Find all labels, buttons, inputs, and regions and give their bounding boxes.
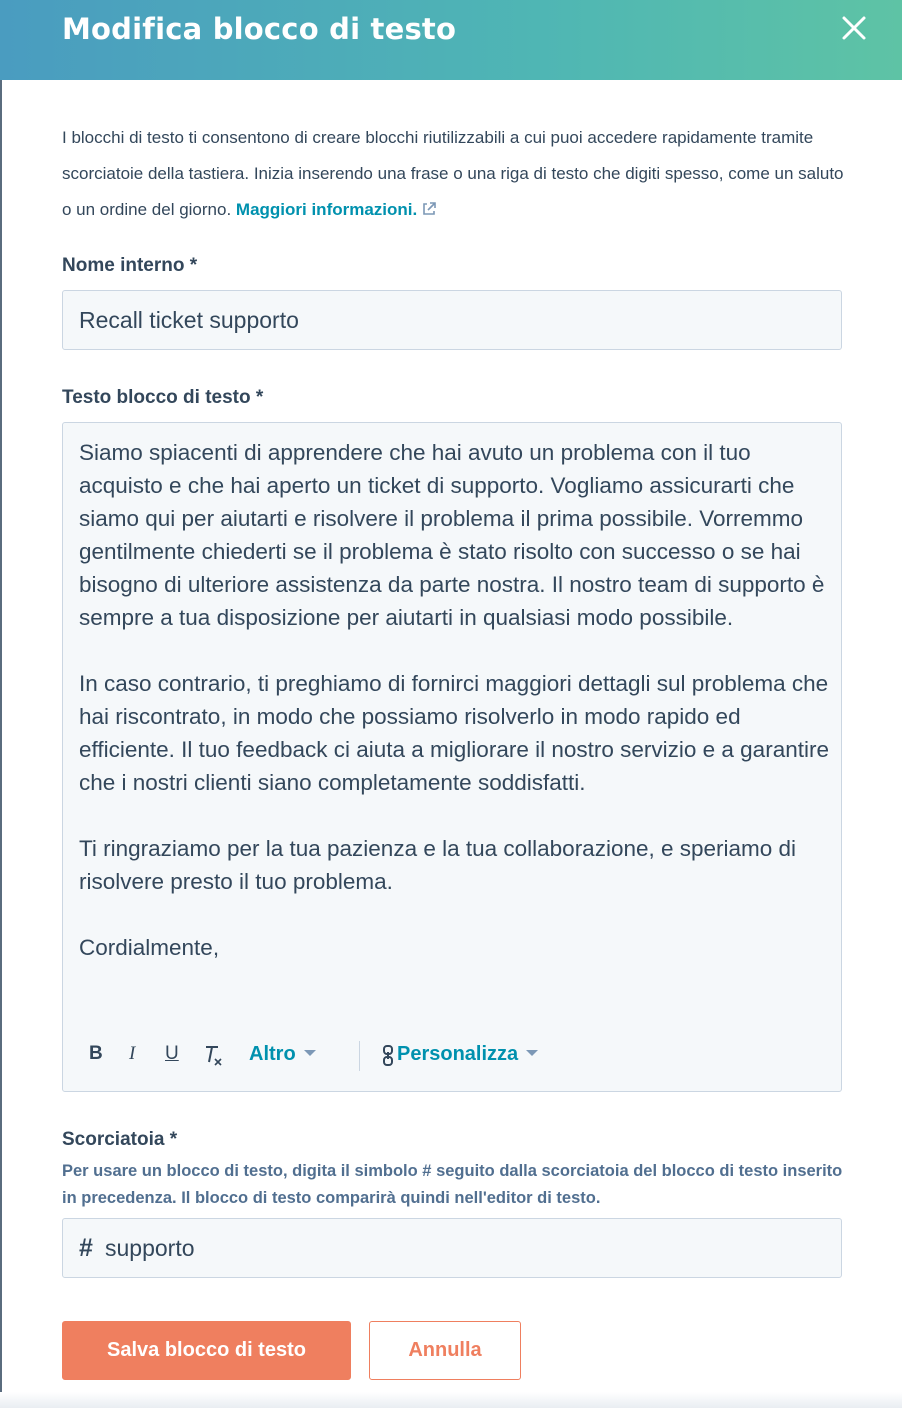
toolbar-divider xyxy=(359,1041,360,1071)
shortcut-help-text: Per usare un blocco di testo, digita il … xyxy=(62,1162,843,1207)
panel-left-edge xyxy=(0,80,2,1408)
internal-name-input[interactable]: Recall ticket supporto xyxy=(62,290,842,350)
hash-prefix: # xyxy=(79,1234,93,1262)
italic-button[interactable]: I xyxy=(129,1043,135,1071)
panel-title: Modifica blocco di testo xyxy=(62,12,457,46)
block-text-label: Testo blocco di testo * xyxy=(62,387,264,408)
save-button[interactable]: Salva blocco di testo xyxy=(62,1321,351,1380)
cancel-button[interactable]: Annulla xyxy=(369,1321,521,1380)
intro-description: I blocchi di testo ti consentono di crea… xyxy=(62,120,852,228)
chevron-down-icon xyxy=(303,1050,316,1056)
learn-more-label: Maggiori informazioni. xyxy=(235,200,418,219)
shortcut-label: Scorciatoia * xyxy=(62,1129,178,1150)
more-label: Altro xyxy=(249,1043,296,1065)
internal-name-value: Recall ticket supporto xyxy=(79,307,299,333)
block-text-content[interactable]: Siamo spiacenti di apprendere che hai av… xyxy=(79,436,829,964)
close-icon xyxy=(842,16,866,40)
clear-format-icon xyxy=(206,1046,222,1066)
intro-text: I blocchi di testo ti consentono di crea… xyxy=(62,128,844,219)
personalize-icon-button[interactable] xyxy=(379,1043,397,1071)
personalize-dropdown[interactable]: Personalizza xyxy=(397,1043,539,1066)
panel-header: Modifica blocco di testo xyxy=(0,0,902,80)
chevron-down-icon xyxy=(526,1050,539,1056)
footer-shadow xyxy=(0,1392,902,1408)
more-dropdown[interactable]: Altro xyxy=(249,1043,316,1066)
shortcut-input[interactable]: # supporto xyxy=(62,1218,842,1278)
editor-toolbar: B I U Altro Personalizza xyxy=(81,1039,821,1075)
learn-more-link[interactable]: Maggiori informazioni. xyxy=(236,200,417,219)
personalize-icon xyxy=(383,1045,393,1066)
underline-button[interactable]: U xyxy=(165,1043,179,1071)
personalize-label: Personalizza xyxy=(397,1043,519,1065)
external-link-icon xyxy=(423,202,437,215)
block-text-editor[interactable]: Siamo spiacenti di apprendere che hai av… xyxy=(62,422,842,1092)
shortcut-value: supporto xyxy=(105,1235,195,1261)
bold-button[interactable]: B xyxy=(89,1043,103,1071)
clear-format-button[interactable] xyxy=(203,1043,225,1071)
internal-name-label: Nome interno * xyxy=(62,255,198,276)
close-button[interactable] xyxy=(836,12,872,48)
